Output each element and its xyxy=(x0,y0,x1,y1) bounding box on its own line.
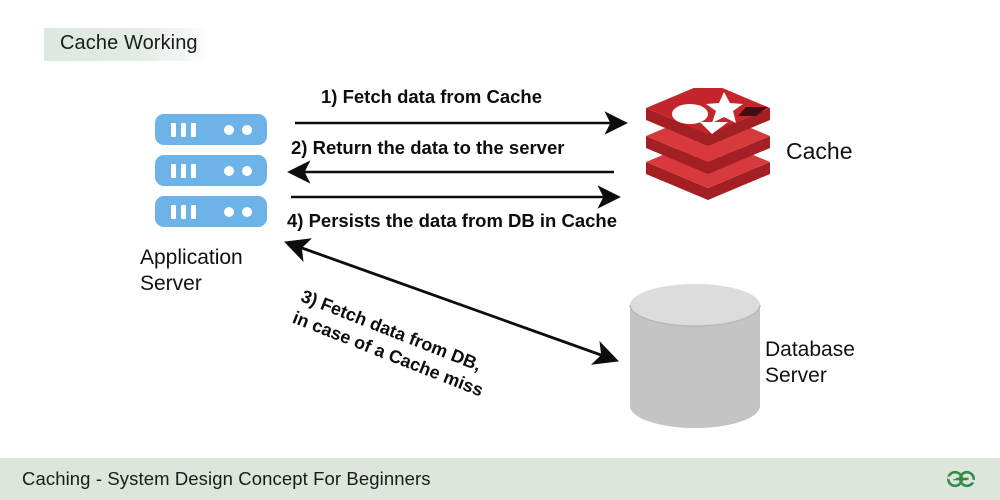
footer-bar: Caching - System Design Concept For Begi… xyxy=(0,458,1000,500)
cache-label: Cache xyxy=(786,138,853,164)
app-server-label: Application Server xyxy=(140,246,243,295)
server-leds-icon xyxy=(224,207,252,217)
flow-caption-1: 1) Fetch data from Cache xyxy=(321,86,543,107)
flow-caption-3: 3) Fetch data from DB, in case of a Cach… xyxy=(289,285,538,419)
database-server-label: Database Server xyxy=(765,338,855,387)
database-cylinder-icon xyxy=(628,283,762,428)
server-unit xyxy=(155,196,267,227)
page-title: Cache Working xyxy=(44,28,212,61)
flow-caption-4: 4) Persists the data from DB in Cache xyxy=(287,210,618,231)
footer-caption: Caching - System Design Concept For Begi… xyxy=(22,468,431,489)
server-leds-icon xyxy=(224,166,252,176)
flow-caption-2: 2) Return the data to the server xyxy=(291,137,565,158)
server-unit xyxy=(155,155,267,186)
geeksforgeeks-logo-icon xyxy=(946,470,977,488)
server-bars-icon xyxy=(171,123,196,137)
server-unit xyxy=(155,114,267,145)
server-bars-icon xyxy=(171,164,196,178)
server-bars-icon xyxy=(171,205,196,219)
page-title-text: Cache Working xyxy=(60,32,198,54)
diagram-canvas: Cache Working Application Server Cache D… xyxy=(0,0,1000,500)
server-leds-icon xyxy=(224,125,252,135)
redis-cache-icon xyxy=(638,82,778,214)
server-stack-icon xyxy=(155,114,267,228)
